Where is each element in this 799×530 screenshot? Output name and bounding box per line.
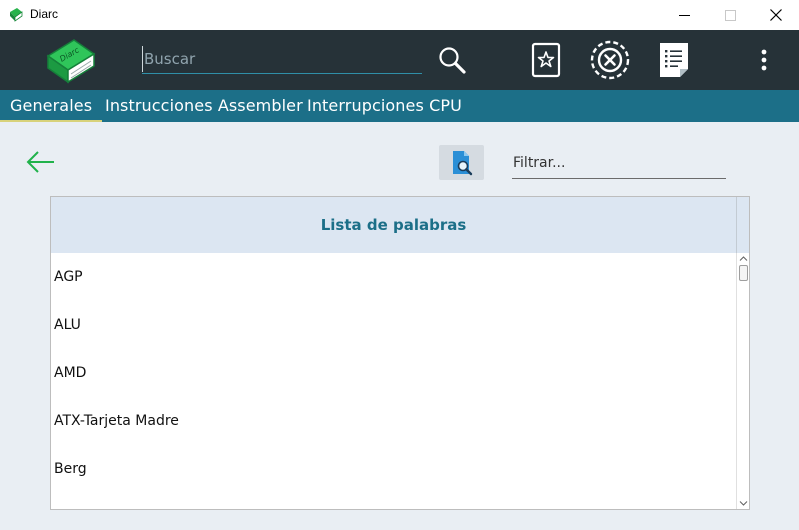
search-document-button[interactable] <box>439 145 484 180</box>
search-icon <box>439 47 466 74</box>
search-input[interactable] <box>142 46 422 72</box>
tab-bar: Generales Instrucciones Assembler Interr… <box>0 90 799 122</box>
tab-interrupciones-cpu[interactable]: Interrupciones CPU <box>307 90 462 122</box>
diarc-book-logo-icon[interactable]: Diarc <box>44 36 96 84</box>
list-item[interactable]: ATX-Tarjeta Madre <box>51 397 736 445</box>
app-toolbar: Diarc <box>0 30 799 90</box>
vertical-scrollbar[interactable] <box>736 253 749 509</box>
chevron-up-icon[interactable] <box>739 255 748 262</box>
search-field[interactable] <box>142 46 422 74</box>
search-button[interactable] <box>436 44 468 76</box>
filter-input[interactable] <box>512 148 726 178</box>
list-rows: AGP ALU AMD ATX-Tarjeta Madre Berg <box>51 253 736 493</box>
more-vert-icon <box>761 49 767 71</box>
document-search-icon <box>452 150 472 175</box>
cancel-circle-icon <box>590 40 630 80</box>
window-title: Diarc <box>30 7 59 21</box>
list-item[interactable]: Berg <box>51 445 736 493</box>
title-bar: Diarc <box>0 0 799 30</box>
cancel-button[interactable] <box>589 39 631 81</box>
more-options-button[interactable] <box>756 46 772 74</box>
scrollbar-thumb[interactable] <box>739 265 748 281</box>
app-book-icon <box>10 8 23 22</box>
close-button[interactable] <box>753 0 799 30</box>
list-header: Lista de palabras <box>51 197 736 253</box>
tab-generales[interactable]: Generales <box>0 90 103 122</box>
maximize-button[interactable] <box>707 0 753 30</box>
favorites-button[interactable] <box>528 40 564 80</box>
list-document-icon <box>660 43 688 77</box>
bookmark-star-icon <box>531 42 561 78</box>
list-item[interactable]: AGP <box>51 253 736 301</box>
filter-field[interactable] <box>512 148 726 179</box>
word-list: Lista de palabras AGP ALU AMD ATX-Tarjet… <box>50 196 750 510</box>
maximize-icon <box>724 9 736 21</box>
list-item[interactable]: ALU <box>51 301 736 349</box>
header-corner <box>736 197 749 253</box>
minimize-icon <box>678 14 690 16</box>
arrow-left-icon[interactable] <box>26 150 56 174</box>
chevron-down-icon[interactable] <box>739 500 748 507</box>
close-icon <box>770 9 782 21</box>
list-item[interactable]: AMD <box>51 349 736 397</box>
list-document-button[interactable] <box>656 40 692 80</box>
tab-instrucciones-assembler[interactable]: Instrucciones Assembler <box>105 90 303 122</box>
minimize-button[interactable] <box>661 0 707 30</box>
